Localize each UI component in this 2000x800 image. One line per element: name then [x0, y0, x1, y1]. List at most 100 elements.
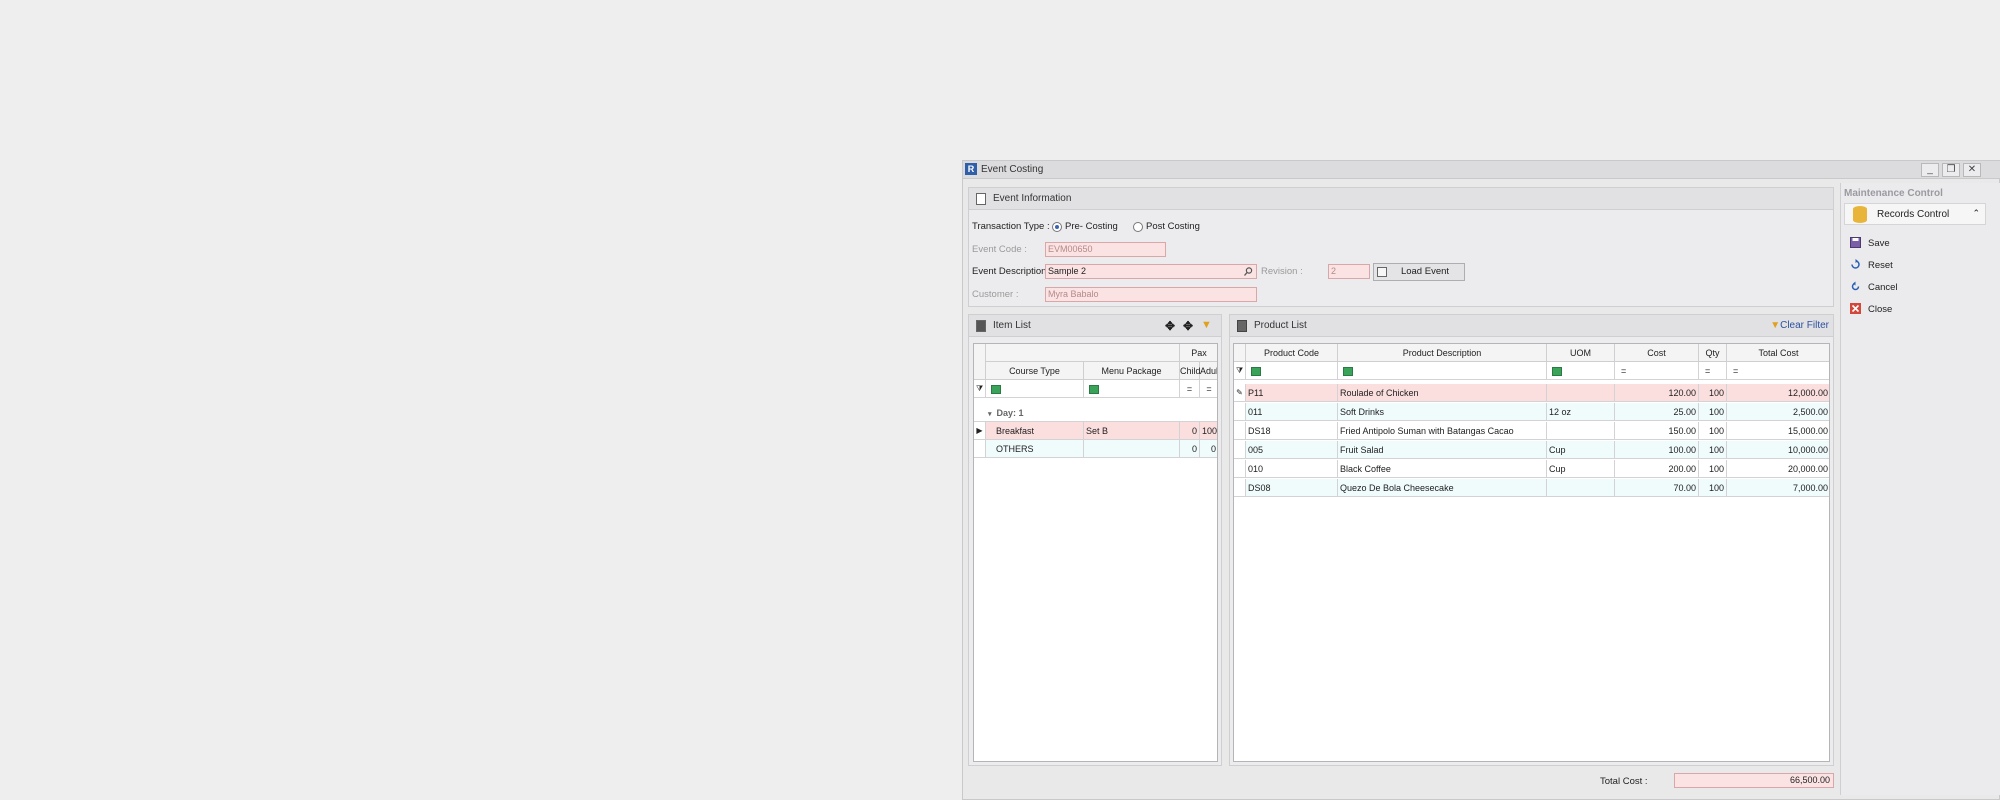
- total-cost-cell[interactable]: 15,000.00: [1727, 422, 1829, 440]
- qty-filter[interactable]: =: [1699, 362, 1727, 380]
- adult-cell[interactable]: 100: [1200, 422, 1217, 440]
- child-header[interactable]: Child: [1180, 362, 1201, 380]
- group-row-day[interactable]: ▾ Day: 1: [974, 404, 1217, 422]
- product-list-header: Product List ▼Clear Filter: [1230, 315, 1833, 337]
- product-code-cell[interactable]: 011: [1246, 403, 1338, 421]
- product-description-cell[interactable]: Soft Drinks: [1338, 403, 1547, 421]
- cost-cell[interactable]: 120.00: [1615, 384, 1699, 402]
- uom-header[interactable]: UOM: [1547, 344, 1615, 362]
- course-type-header[interactable]: Course Type: [986, 362, 1084, 380]
- pre-costing-label[interactable]: Pre- Costing: [1065, 221, 1118, 232]
- product-description-cell[interactable]: Fruit Salad: [1338, 441, 1547, 459]
- customer-label: Customer :: [972, 289, 1019, 300]
- cost-cell[interactable]: 150.00: [1615, 422, 1699, 440]
- post-costing-label[interactable]: Post Costing: [1146, 221, 1200, 232]
- qty-cell[interactable]: 100: [1699, 460, 1727, 478]
- course-type-filter[interactable]: [986, 380, 1084, 398]
- qty-cell[interactable]: 100: [1699, 441, 1727, 459]
- course-type-cell[interactable]: Breakfast: [994, 422, 1084, 440]
- document-icon: [976, 193, 986, 205]
- filter-clear-icon[interactable]: ▼: [1201, 319, 1212, 331]
- total-cost-cell[interactable]: 2,500.00: [1727, 403, 1829, 421]
- product-code-cell[interactable]: 010: [1246, 460, 1338, 478]
- qty-header[interactable]: Qty: [1699, 344, 1727, 362]
- maintenance-control-title: Maintenance Control: [1844, 188, 1943, 199]
- qty-cell[interactable]: 100: [1699, 384, 1727, 402]
- row-indent: [986, 422, 994, 440]
- event-description-field[interactable]: Sample 2: [1045, 264, 1257, 279]
- total-cost-cell[interactable]: 7,000.00: [1727, 479, 1829, 497]
- product-description-cell[interactable]: Fried Antipolo Suman with Batangas Cacao: [1338, 422, 1547, 440]
- load-event-button[interactable]: Load Event: [1373, 263, 1465, 281]
- total-cost-header[interactable]: Total Cost: [1727, 344, 1829, 362]
- cost-header[interactable]: Cost: [1615, 344, 1699, 362]
- cost-filter[interactable]: =: [1615, 362, 1699, 380]
- row-indicator: [1234, 422, 1246, 440]
- child-cell[interactable]: 0: [1180, 440, 1200, 458]
- post-costing-radio[interactable]: [1133, 222, 1143, 232]
- total-cost-filter[interactable]: =: [1727, 362, 1829, 380]
- collapse-all-icon[interactable]: ✥: [1183, 319, 1193, 333]
- adult-cell[interactable]: 0: [1200, 440, 1217, 458]
- qty-cell[interactable]: 100: [1699, 403, 1727, 421]
- filter-condition-icon: [1343, 367, 1353, 377]
- expand-all-icon[interactable]: ✥: [1165, 319, 1175, 333]
- chevron-up-icon[interactable]: ⌃: [1972, 208, 1980, 219]
- product-code-cell[interactable]: DS08: [1246, 479, 1338, 497]
- customer-field: Myra Babalo: [1045, 287, 1257, 302]
- adult-filter[interactable]: =: [1200, 380, 1217, 398]
- child-filter[interactable]: =: [1180, 380, 1200, 398]
- group-row-label: Day: 1: [996, 408, 1024, 418]
- uom-filter[interactable]: [1547, 362, 1615, 380]
- product-description-header[interactable]: Product Description: [1338, 344, 1547, 362]
- qty-cell[interactable]: 100: [1699, 422, 1727, 440]
- cancel-button[interactable]: Cancel: [1868, 282, 1898, 293]
- uom-cell[interactable]: 12 oz: [1547, 403, 1615, 421]
- pre-costing-radio[interactable]: [1052, 222, 1062, 232]
- records-control-group[interactable]: Records Control ⌃: [1844, 203, 1986, 225]
- adult-header[interactable]: Adult: [1200, 362, 1217, 380]
- uom-cell[interactable]: [1547, 384, 1615, 402]
- product-description-cell[interactable]: Quezo De Bola Cheesecake: [1338, 479, 1547, 497]
- reset-button[interactable]: Reset: [1868, 260, 1893, 271]
- reset-icon: [1851, 259, 1860, 269]
- close-button[interactable]: Close: [1868, 304, 1892, 315]
- child-cell[interactable]: 0: [1180, 422, 1200, 440]
- event-code-label: Event Code :: [972, 244, 1027, 255]
- uom-cell[interactable]: [1547, 479, 1615, 497]
- product-description-filter[interactable]: [1338, 362, 1547, 380]
- total-cost-cell[interactable]: 10,000.00: [1727, 441, 1829, 459]
- restore-button[interactable]: ❐: [1942, 163, 1960, 177]
- row-indicator: [1234, 403, 1246, 421]
- total-cost-cell[interactable]: 20,000.00: [1727, 460, 1829, 478]
- cost-cell[interactable]: 25.00: [1615, 403, 1699, 421]
- uom-cell[interactable]: Cup: [1547, 460, 1615, 478]
- course-type-cell[interactable]: OTHERS: [994, 440, 1084, 458]
- search-icon[interactable]: [1244, 267, 1253, 276]
- event-costing-window: R Event Costing _ ❐ ✕ Event Information …: [962, 160, 2000, 800]
- save-button[interactable]: Save: [1868, 238, 1890, 249]
- product-description-cell[interactable]: Roulade of Chicken: [1338, 384, 1547, 402]
- product-description-cell[interactable]: Black Coffee: [1338, 460, 1547, 478]
- menu-package-header[interactable]: Menu Package: [1084, 362, 1180, 380]
- uom-cell[interactable]: [1547, 422, 1615, 440]
- menu-package-filter[interactable]: [1084, 380, 1180, 398]
- menu-package-cell[interactable]: [1084, 440, 1180, 458]
- collapse-arrow-icon[interactable]: ▾: [988, 411, 992, 418]
- cost-cell[interactable]: 100.00: [1615, 441, 1699, 459]
- menu-package-cell[interactable]: Set B: [1084, 422, 1180, 440]
- clear-filter-button[interactable]: ▼Clear Filter: [1770, 320, 1829, 331]
- product-code-header[interactable]: Product Code: [1246, 344, 1338, 362]
- cost-cell[interactable]: 70.00: [1615, 479, 1699, 497]
- total-cost-cell[interactable]: 12,000.00: [1727, 384, 1829, 402]
- product-code-cell[interactable]: 005: [1246, 441, 1338, 459]
- close-window-button[interactable]: ✕: [1963, 163, 1981, 177]
- product-list-panel: Product List ▼Clear Filter Product Code …: [1229, 314, 1834, 766]
- cost-cell[interactable]: 200.00: [1615, 460, 1699, 478]
- product-code-filter[interactable]: [1246, 362, 1338, 380]
- uom-cell[interactable]: Cup: [1547, 441, 1615, 459]
- product-code-cell[interactable]: P11: [1246, 384, 1338, 402]
- product-code-cell[interactable]: DS18: [1246, 422, 1338, 440]
- qty-cell[interactable]: 100: [1699, 479, 1727, 497]
- minimize-button[interactable]: _: [1921, 163, 1939, 177]
